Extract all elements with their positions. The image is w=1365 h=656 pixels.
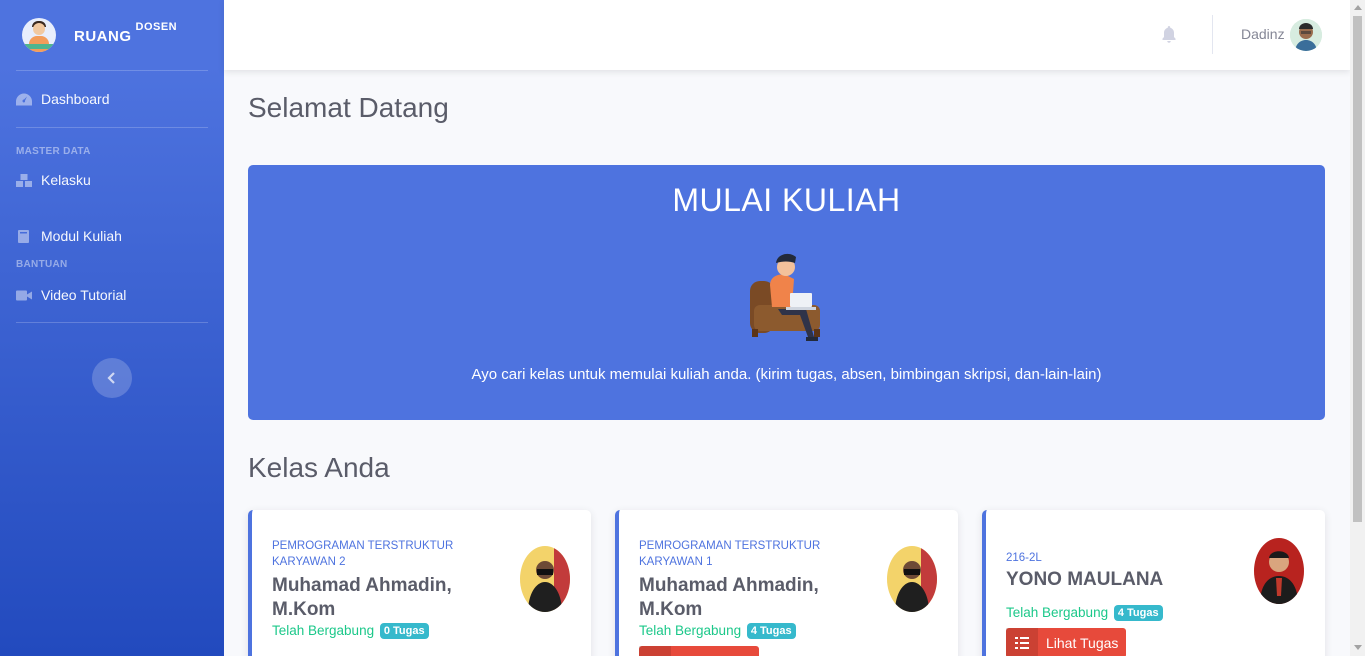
view-tasks-label: Lihat Tugas [1046, 635, 1119, 651]
sidebar-heading-bantuan: BANTUAN [16, 259, 68, 270]
brand[interactable]: RUANGDOSEN [0, 0, 224, 70]
topbar-divider [1212, 15, 1213, 54]
scroll-down-arrow[interactable] [1354, 645, 1362, 650]
sidebar-item-dashboard[interactable]: Dashboard [0, 71, 224, 127]
join-status-text: Telah Bergabung [639, 623, 742, 638]
lecturer-name: Muhamad Ahmadin, M.Kom [639, 575, 819, 620]
join-status-text: Telah Bergabung [272, 623, 375, 638]
sidebar-item-kelasku[interactable]: Kelasku [0, 157, 224, 203]
list-icon [639, 646, 671, 656]
boxes-icon [16, 173, 32, 187]
sidebar-item-modul[interactable]: Modul Kuliah [0, 213, 224, 259]
banner-title: MULAI KULIAH [672, 182, 901, 218]
task-count-badge: 4 Tugas [1113, 605, 1163, 621]
sidebar-item-label: Dashboard [41, 91, 110, 107]
sidebar-item-label: Video Tutorial [41, 287, 127, 303]
user-name[interactable]: Dadinz [1241, 26, 1285, 42]
join-status: Telah Bergabung 0 Tugas [272, 623, 429, 639]
chevron-left-icon [107, 372, 115, 384]
lecturer-name: Muhamad Ahmadin, M.Kom [272, 575, 452, 620]
lecturer-photo [887, 546, 937, 612]
student-laptop-illustration [750, 253, 820, 341]
sidebar-divider [16, 127, 208, 128]
class-code: 216-2L [1006, 552, 1042, 564]
join-status-text: Telah Bergabung [1006, 605, 1109, 620]
scroll-up-arrow[interactable] [1354, 5, 1362, 10]
topbar: Dadinz [224, 0, 1350, 70]
class-card[interactable]: PEMROGRAMAN TERSTRUKTUR KARYAWAN 1 Muham… [615, 510, 958, 656]
task-count-badge: 0 Tugas [379, 623, 429, 639]
view-tasks-button[interactable] [639, 646, 759, 656]
join-status: Telah Bergabung 4 Tugas [1006, 605, 1163, 621]
banner-text: Ayo cari kelas untuk memulai kuliah anda… [471, 366, 1102, 383]
sidebar-divider [16, 322, 208, 323]
class-code: PEMROGRAMAN TERSTRUKTUR KARYAWAN 1 [639, 540, 821, 568]
lecturer-name: YONO MAULANA [1006, 569, 1164, 590]
section-title-classes: Kelas Anda [248, 452, 390, 483]
class-card[interactable]: 216-2L YONO MAULANA Telah Bergabung 4 Tu… [982, 510, 1325, 656]
video-icon [16, 290, 32, 300]
book-icon [18, 229, 29, 243]
brand-name: RUANG [74, 27, 132, 45]
page-scrollbar[interactable] [1350, 0, 1365, 656]
brand-sup: DOSEN [135, 20, 178, 33]
sidebar-item-video[interactable]: Video Tutorial [0, 270, 224, 320]
user-avatar[interactable] [1290, 19, 1322, 51]
sidebar-item-label: Kelasku [41, 172, 91, 188]
list-icon [1006, 628, 1038, 656]
tachometer-icon [16, 93, 32, 105]
task-count-badge: 4 Tugas [746, 623, 796, 639]
join-status: Telah Bergabung 4 Tugas [639, 623, 796, 639]
sidebar-heading-master: MASTER DATA [16, 146, 91, 157]
sidebar-item-label: Modul Kuliah [41, 228, 122, 244]
class-card[interactable]: PEMROGRAMAN TERSTRUKTUR KARYAWAN 2 Muham… [248, 510, 591, 656]
lecturer-photo [1254, 538, 1304, 604]
bell-icon[interactable] [1160, 25, 1178, 43]
sidebar-toggle-button[interactable] [92, 358, 132, 398]
sidebar: RUANGDOSEN Dashboard MASTER DATA Kelasku… [0, 0, 224, 656]
page-title: Selamat Datang [248, 92, 449, 123]
class-code: PEMROGRAMAN TERSTRUKTUR KARYAWAN 2 [272, 540, 454, 568]
view-tasks-button[interactable]: Lihat Tugas [1006, 628, 1126, 656]
brand-logo [22, 18, 56, 52]
lecturer-photo [520, 546, 570, 612]
scroll-thumb[interactable] [1353, 16, 1362, 522]
start-course-banner: MULAI KULIAH Ayo cari kelas untuk memula… [248, 165, 1325, 420]
